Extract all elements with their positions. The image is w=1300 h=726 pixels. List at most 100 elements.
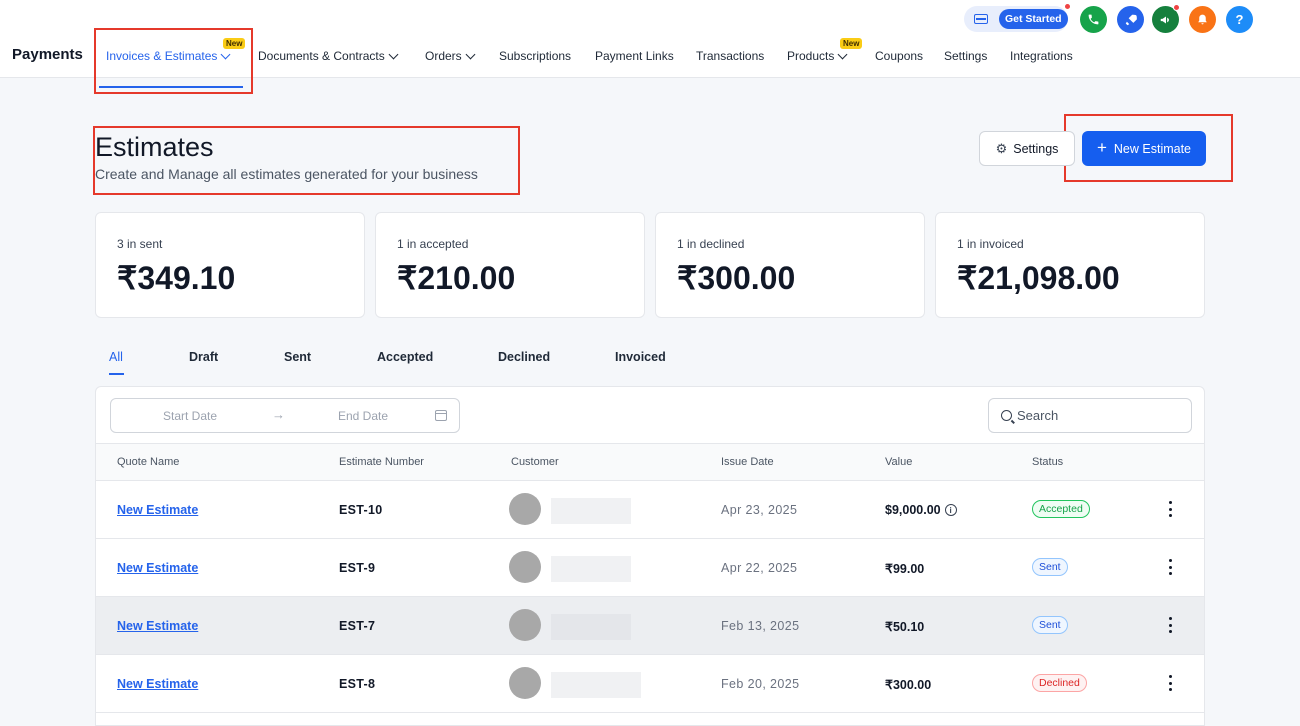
value-text: $9,000.00: [885, 503, 941, 517]
nav-transactions[interactable]: Transactions: [696, 49, 764, 63]
nav-label: Orders: [425, 49, 462, 63]
stat-card-sent: 3 in sent ₹349.10: [95, 212, 365, 318]
notification-dot: [1064, 3, 1071, 10]
nav-subscriptions[interactable]: Subscriptions: [499, 49, 571, 63]
more-actions-icon[interactable]: [1168, 501, 1172, 517]
more-actions-icon[interactable]: [1168, 617, 1172, 633]
stat-label: 3 in sent: [117, 237, 163, 251]
chevron-down-icon: [837, 49, 848, 59]
estimate-number: EST-8: [339, 677, 376, 691]
column-header[interactable]: Status: [1032, 456, 1063, 468]
nav-products[interactable]: Products: [787, 49, 848, 63]
megaphone-icon[interactable]: [1152, 4, 1180, 33]
stat-value: ₹300.00: [677, 260, 796, 296]
search-icon: [1001, 410, 1012, 421]
nav-documents-contracts[interactable]: Documents & Contracts: [258, 49, 399, 63]
nav-payment-links[interactable]: Payment Links: [595, 49, 674, 63]
utility-bar: Get Started ?: [0, 0, 1300, 38]
estimate-number: EST-10: [339, 503, 383, 517]
help-icon[interactable]: ?: [1226, 6, 1253, 33]
tab-declined[interactable]: Declined: [498, 350, 550, 364]
estimate-value: ₹99.00: [885, 562, 925, 576]
get-started-pill[interactable]: Get Started: [964, 3, 1071, 32]
issue-date: Feb 13, 2025: [721, 619, 800, 633]
status-badge: Sent: [1032, 558, 1068, 576]
nav-label: Products: [787, 49, 835, 63]
tab-sent[interactable]: Sent: [284, 350, 311, 364]
customer-name-redacted: [551, 498, 631, 524]
column-header[interactable]: Issue Date: [721, 456, 774, 468]
get-started-button[interactable]: Get Started: [999, 9, 1068, 29]
bell-icon[interactable]: [1189, 6, 1216, 33]
stat-card-accepted: 1 in accepted ₹210.00: [375, 212, 645, 318]
nav-label: Subscriptions: [499, 49, 572, 63]
nav-invoices-estimates[interactable]: Invoices & Estimates: [106, 49, 231, 63]
stat-value: ₹210.00: [397, 260, 516, 296]
more-actions-icon[interactable]: [1168, 675, 1172, 691]
tab-all[interactable]: All: [109, 350, 123, 364]
status-badge: Accepted: [1032, 500, 1090, 518]
nav-orders[interactable]: Orders: [425, 49, 476, 63]
table-row[interactable]: New Estimate EST-7 Feb 13, 2025 ₹50.10 S…: [96, 597, 1204, 655]
search-input[interactable]: [1017, 408, 1167, 423]
status-badge: Sent: [1032, 616, 1068, 634]
status-badge: Declined: [1032, 674, 1087, 692]
stat-label: 1 in invoiced: [957, 237, 1024, 251]
rocket-icon[interactable]: [1117, 6, 1144, 33]
info-icon[interactable]: i: [944, 504, 957, 516]
avatar: [509, 609, 541, 641]
issue-date: Feb 20, 2025: [721, 677, 800, 691]
table-row[interactable]: New Estimate EST-8 Feb 20, 2025 ₹300.00 …: [96, 655, 1204, 713]
avatar: [509, 551, 541, 583]
table-row[interactable]: New Estimate EST-10 Apr 23, 2025 $9,000.…: [96, 481, 1204, 539]
stat-card-declined: 1 in declined ₹300.00: [655, 212, 925, 318]
stat-value: ₹21,098.00: [957, 260, 1120, 296]
chevron-down-icon: [465, 49, 476, 59]
quote-name-link[interactable]: New Estimate: [117, 503, 198, 517]
column-header[interactable]: Customer: [511, 456, 559, 468]
quote-name-link[interactable]: New Estimate: [117, 677, 198, 691]
tab-invoiced[interactable]: Invoiced: [615, 350, 666, 364]
nav-integrations[interactable]: Integrations: [1010, 49, 1073, 63]
avatar: [509, 493, 541, 525]
nav-coupons[interactable]: Coupons: [875, 49, 923, 63]
quote-name-link[interactable]: New Estimate: [117, 619, 198, 633]
table-row[interactable]: New Estimate EST-9 Apr 22, 2025 ₹99.00 S…: [96, 539, 1204, 597]
estimate-value: ₹50.10: [885, 620, 925, 634]
search-box[interactable]: [988, 398, 1192, 433]
page-title: Estimates: [95, 132, 214, 162]
column-header[interactable]: Quote Name: [117, 456, 179, 468]
nav-label: Coupons: [875, 49, 924, 63]
date-range-picker[interactable]: Start Date → End Date: [110, 398, 460, 433]
table-header: Quote Name Estimate Number Customer Issu…: [96, 443, 1204, 481]
page-subtitle: Create and Manage all estimates generate…: [95, 166, 478, 182]
active-tab-indicator: [109, 373, 124, 375]
new-estimate-label: New Estimate: [1113, 141, 1192, 156]
new-badge: New: [223, 38, 246, 49]
calendar-icon[interactable]: [435, 410, 447, 421]
settings-button[interactable]: ⚙ Settings: [979, 131, 1075, 166]
nav-label: Payment Links: [595, 49, 674, 63]
nav-label: Documents & Contracts: [258, 49, 385, 63]
chevron-down-icon: [220, 49, 231, 59]
more-actions-icon[interactable]: [1168, 559, 1172, 575]
column-header[interactable]: Estimate Number: [339, 456, 424, 468]
nav-label: Settings: [944, 49, 988, 63]
chevron-down-icon: [388, 49, 399, 59]
settings-label: Settings: [1013, 141, 1059, 156]
start-date-field[interactable]: Start Date: [163, 409, 217, 423]
end-date-field[interactable]: End Date: [338, 409, 388, 423]
estimate-number: EST-7: [339, 619, 376, 633]
new-estimate-button[interactable]: + New Estimate: [1082, 131, 1206, 166]
tab-draft[interactable]: Draft: [189, 350, 218, 364]
nav-settings[interactable]: Settings: [944, 49, 987, 63]
quote-name-link[interactable]: New Estimate: [117, 561, 198, 575]
issue-date: Apr 22, 2025: [721, 561, 798, 575]
tab-accepted[interactable]: Accepted: [377, 350, 433, 364]
phone-icon[interactable]: [1080, 6, 1107, 33]
customer-name-redacted: [551, 614, 631, 640]
new-badge: New: [840, 38, 863, 49]
stat-label: 1 in declined: [677, 237, 745, 251]
estimate-value: ₹300.00: [885, 678, 932, 692]
column-header[interactable]: Value: [885, 456, 912, 468]
